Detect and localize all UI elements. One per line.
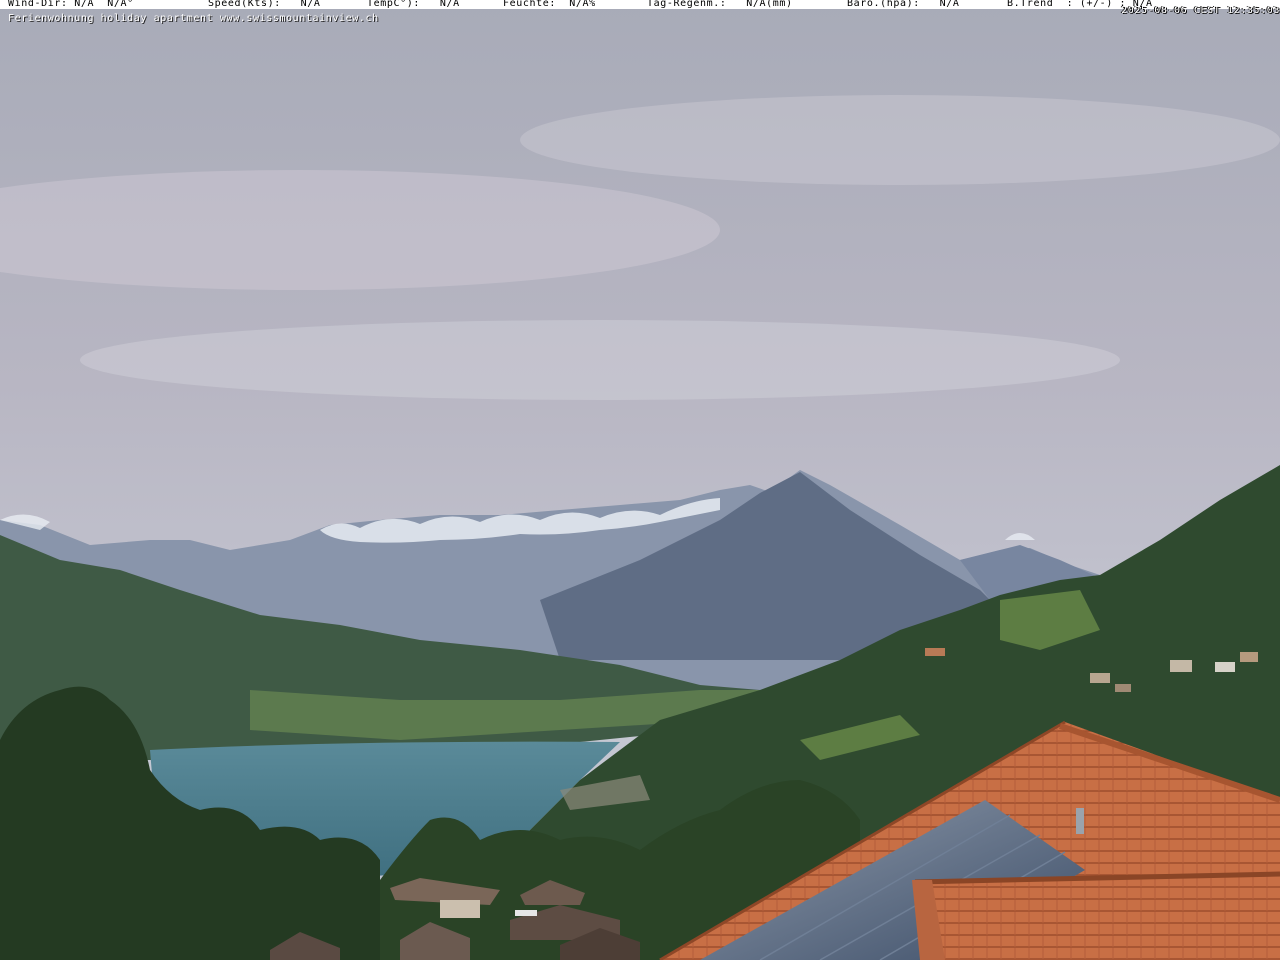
cloud-haze — [520, 95, 1280, 185]
roof-vent — [1076, 808, 1084, 834]
caption: Ferienwohnung holiday apartment www.swis… — [8, 13, 379, 24]
timestamp: 2025-08-06 CEST 12:35:03 — [1121, 5, 1280, 16]
temperature: TempC°): N/A — [367, 0, 460, 9]
barometer: Baro.(hpa): N/A — [847, 0, 960, 9]
wind-direction: Wind-Dir: N/A N/A° — [8, 0, 134, 9]
humidity: Feuchte: N/A% — [503, 0, 596, 9]
rainfall: Tag-Regenm.: N/A(mm) — [647, 0, 793, 9]
wind-speed: Speed(Kts): N/A — [208, 0, 321, 9]
cloud-haze — [80, 320, 1120, 400]
webcam-image — [0, 0, 1280, 960]
